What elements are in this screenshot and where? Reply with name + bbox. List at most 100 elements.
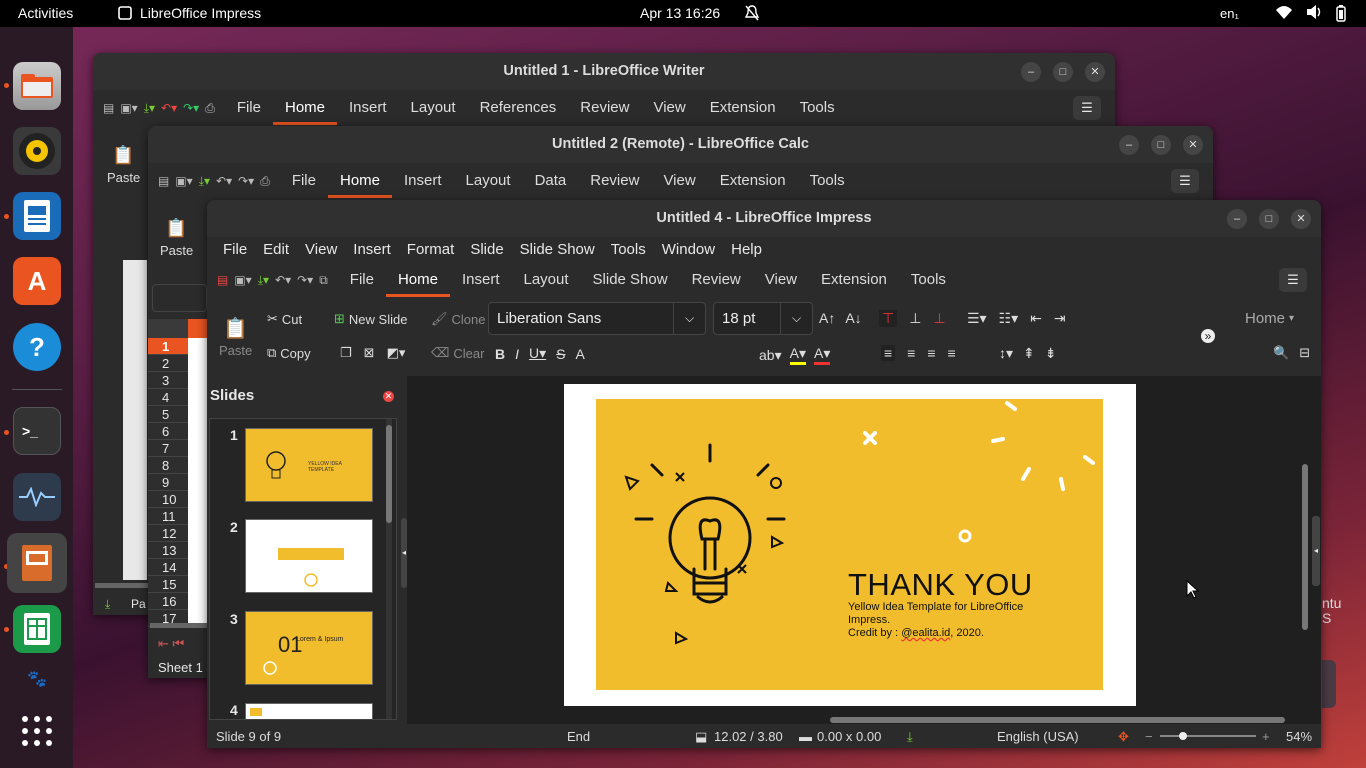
calc-tab-insert[interactable]: Insert (392, 164, 454, 198)
save-icon[interactable]: ⤓▾ (144, 101, 155, 116)
impress-tab-review[interactable]: Review (680, 263, 753, 297)
new-doc-icon[interactable]: ▤ (158, 174, 169, 188)
font-color-icon[interactable]: A▾ (813, 345, 831, 365)
menu-view[interactable]: View (297, 237, 345, 262)
maximize-icon[interactable]: □ (1053, 62, 1073, 82)
open-icon[interactable]: ▣▾ (120, 101, 137, 115)
calc-cell[interactable] (188, 525, 208, 542)
impress-tab-file[interactable]: File (338, 263, 386, 297)
calc-cell[interactable] (188, 423, 208, 440)
menu-tools[interactable]: Tools (603, 237, 654, 262)
new-doc-icon[interactable]: ▤ (103, 101, 114, 115)
new-slide-button[interactable]: ⊞ New Slide (334, 311, 407, 327)
slide-thumbnail-3[interactable]: 01 Lorem & Ipsum (245, 611, 373, 685)
slides-scrollbar[interactable] (386, 419, 392, 719)
redo-icon[interactable]: ↷▾ (238, 174, 254, 188)
minimize-icon[interactable]: – (1119, 135, 1139, 155)
indent-icon[interactable]: ⇥ (1054, 310, 1066, 327)
sidebar-collapse-handle[interactable]: ◂ (1312, 516, 1320, 586)
gimp-icon[interactable]: 🐾 (13, 667, 61, 691)
writer-tab-layout[interactable]: Layout (399, 91, 468, 125)
delete-slide-icon[interactable]: ⊠ (364, 345, 375, 361)
close-icon[interactable]: ✕ (1085, 62, 1105, 82)
calc-cell[interactable] (188, 576, 208, 593)
calc-cell[interactable] (188, 406, 208, 423)
impress-titlebar[interactable]: Untitled 4 - LibreOffice Impress (207, 200, 1321, 237)
outline-font-icon[interactable]: A (576, 346, 585, 362)
calc-row-header[interactable]: 3 (148, 372, 208, 389)
files-icon[interactable] (13, 62, 61, 110)
save-icon[interactable]: ⤓▾ (258, 273, 269, 288)
writer-icon[interactable] (13, 192, 61, 240)
calc-row-header[interactable]: 7 (148, 440, 208, 457)
close-icon[interactable]: ✕ (1183, 135, 1203, 155)
align-right-icon[interactable]: ≡ (927, 345, 935, 361)
calc-tab-layout[interactable]: Layout (454, 164, 523, 198)
calc-tab-extension[interactable]: Extension (708, 164, 798, 198)
writer-titlebar[interactable]: Untitled 1 - LibreOffice Writer (93, 53, 1115, 90)
calc-cell[interactable] (188, 491, 208, 508)
calc-row-header[interactable]: 2 (148, 355, 208, 372)
clear-button[interactable]: ⌫ Clear (431, 345, 484, 361)
increase-spacing-icon[interactable]: ⇞ (1023, 345, 1035, 362)
calc-tab-review[interactable]: Review (578, 164, 651, 198)
impress-tab-extension[interactable]: Extension (809, 263, 899, 297)
impress-tab-slide-show[interactable]: Slide Show (581, 263, 680, 297)
writer-tab-extension[interactable]: Extension (698, 91, 788, 125)
calc-cell[interactable] (188, 338, 208, 355)
horizontal-scrollbar[interactable] (830, 717, 1285, 723)
close-icon[interactable]: ✕ (383, 391, 394, 402)
more-options-icon[interactable]: » (1201, 329, 1215, 343)
chevron-down-icon[interactable]: ⌵ (673, 303, 705, 334)
writer-tab-file[interactable]: File (225, 91, 273, 125)
impress-tab-insert[interactable]: Insert (450, 263, 512, 297)
cut-button[interactable]: ✂ Cut (267, 311, 302, 327)
slide-thumbnail-1[interactable]: YELLOW IDEA TEMPLATE (245, 428, 373, 502)
calc-cell[interactable] (188, 440, 208, 457)
slide-body-text[interactable]: Yellow Idea Template for LibreOffice Imp… (848, 601, 1068, 640)
character-spacing-icon[interactable]: ab▾ (759, 347, 782, 364)
minimize-icon[interactable]: – (1021, 62, 1041, 82)
ordered-list-icon[interactable]: ☷▾ (999, 310, 1019, 327)
align-top-icon[interactable]: ⊤ (879, 310, 898, 327)
align-left-icon[interactable]: ≡ (881, 345, 896, 361)
help-icon[interactable]: ? (13, 323, 61, 371)
impress-tab-home[interactable]: Home (385, 263, 450, 297)
writer-tab-review[interactable]: Review (568, 91, 641, 125)
calc-titlebar[interactable]: Untitled 2 (Remote) - LibreOffice Calc (148, 126, 1213, 163)
calc-row-header[interactable]: 1 (148, 338, 208, 355)
zoom-level[interactable]: 54% (1286, 729, 1312, 744)
justify-icon[interactable]: ≡ (948, 345, 956, 361)
calc-row-header[interactable]: 6 (148, 423, 208, 440)
vertical-scrollbar[interactable] (1302, 464, 1308, 630)
close-icon[interactable]: ✕ (1291, 209, 1311, 229)
impress-tab-tools[interactable]: Tools (899, 263, 958, 297)
menu-window[interactable]: Window (654, 237, 723, 262)
calc-icon[interactable] (13, 605, 61, 653)
calc-row-header[interactable]: 15 (148, 576, 208, 593)
calc-row-header[interactable]: 9 (148, 474, 208, 491)
duplicate-slide-icon[interactable]: ❐ (340, 345, 352, 361)
undo-icon[interactable]: ↶▾ (275, 273, 291, 287)
slide-layout-icon[interactable]: ◩▾ (387, 345, 406, 361)
calc-row-header[interactable]: 12 (148, 525, 208, 542)
calc-sidebar-toggle[interactable]: ☰ (1171, 169, 1199, 193)
calc-cell[interactable] (188, 542, 208, 559)
calc-row-header[interactable]: 13 (148, 542, 208, 559)
slide-heading[interactable]: THANK YOU (848, 567, 1033, 603)
writer-tab-tools[interactable]: Tools (788, 91, 847, 125)
zoom-slider[interactable] (1160, 732, 1256, 740)
new-doc-icon[interactable]: ▤ (217, 273, 228, 287)
calc-cell[interactable] (188, 474, 208, 491)
align-center-icon[interactable]: ≡ (907, 345, 915, 361)
unordered-list-icon[interactable]: ☰▾ (967, 310, 987, 327)
menu-slide[interactable]: Slide (462, 237, 511, 262)
open-icon[interactable]: ▣▾ (234, 273, 251, 287)
redo-icon[interactable]: ↷▾ (183, 101, 199, 115)
impress-tab-view[interactable]: View (753, 263, 809, 297)
bold-icon[interactable]: B (495, 346, 505, 362)
fit-slide-icon[interactable]: ✥ (1118, 729, 1129, 745)
grow-font-icon[interactable]: A↑ (819, 310, 835, 326)
undo-icon[interactable]: ↶▾ (216, 174, 232, 188)
calc-cell[interactable] (188, 372, 208, 389)
